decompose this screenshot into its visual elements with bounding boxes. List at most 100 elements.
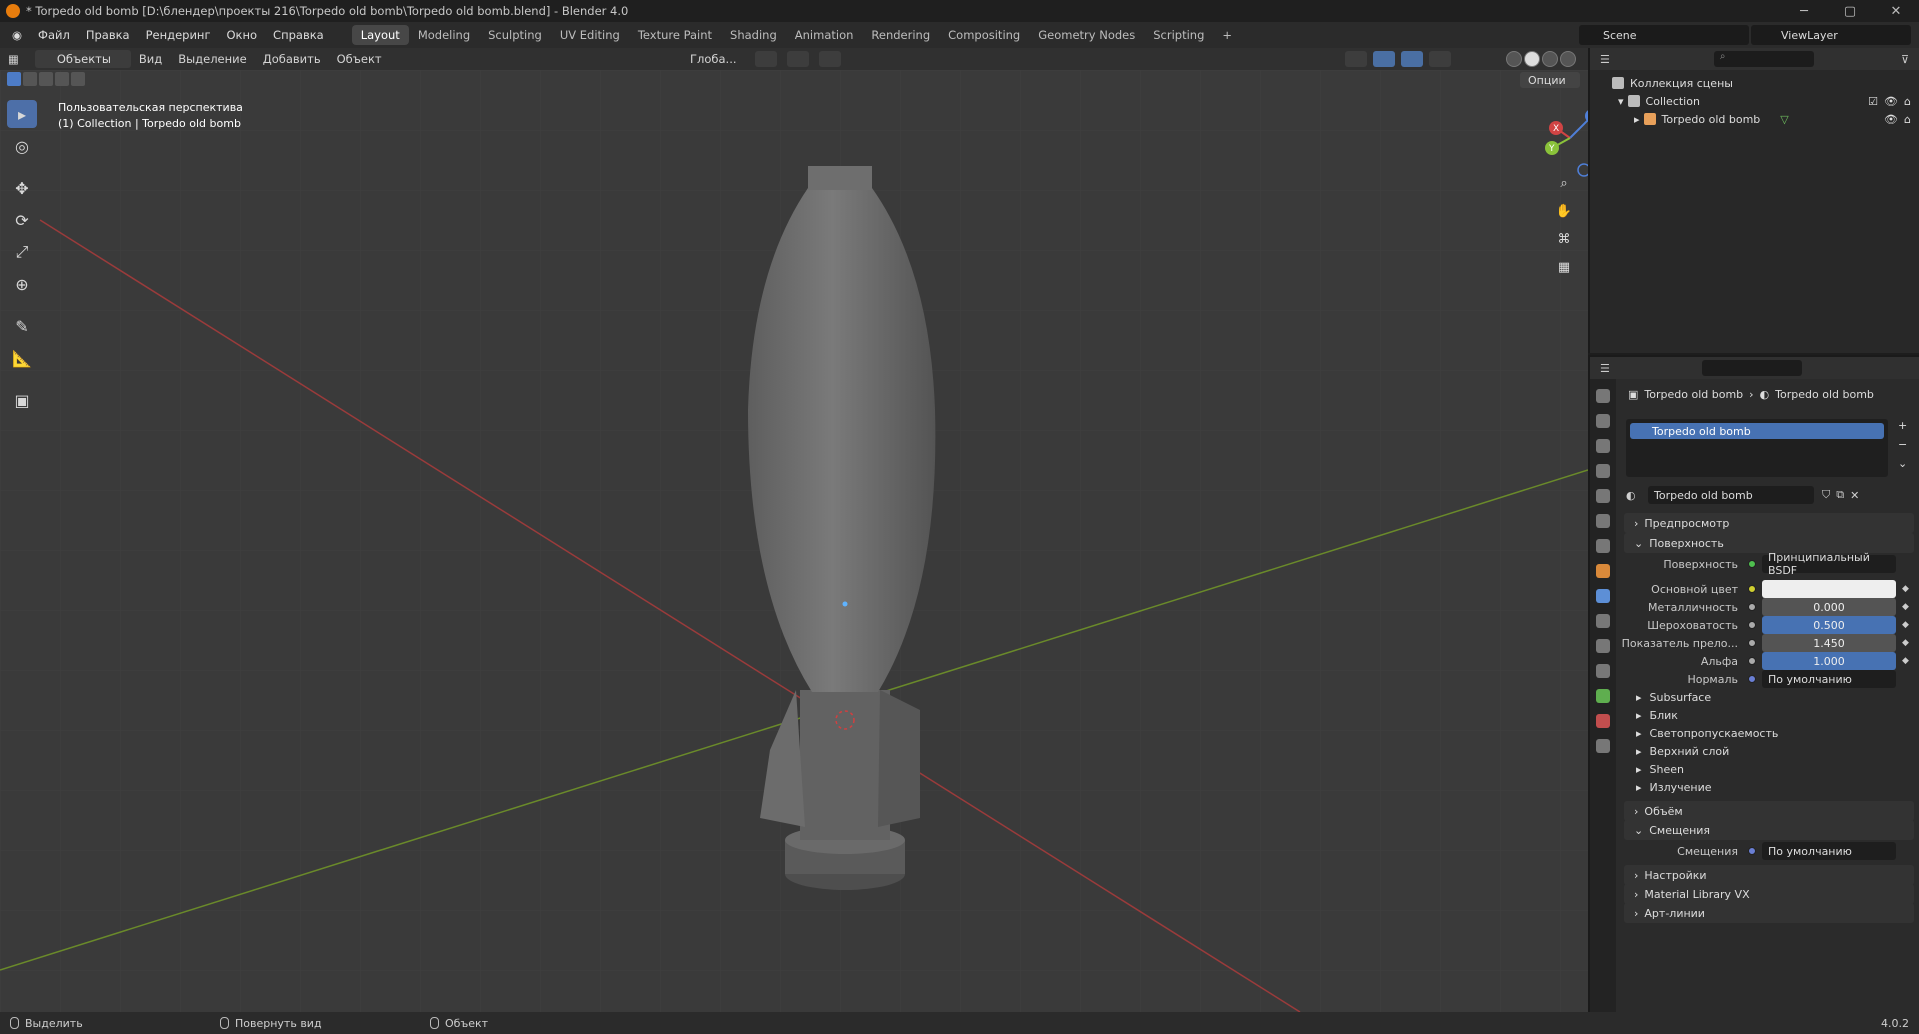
gizmo-toggle-icon[interactable]	[1373, 51, 1395, 67]
transform-tool-icon[interactable]: ⊕	[7, 270, 37, 298]
outliner-search-input[interactable]: ⌕	[1713, 51, 1814, 67]
options-dropdown[interactable]: Опции	[1520, 72, 1580, 88]
add-workspace-button[interactable]: +	[1213, 25, 1241, 45]
add-slot-icon[interactable]: +	[1898, 419, 1907, 432]
view-layer-selector[interactable]: ViewLayer	[1751, 25, 1911, 45]
menu-file[interactable]: Файл	[30, 28, 78, 42]
particles-tab-icon[interactable]	[1596, 614, 1610, 628]
zoom-icon[interactable]: ⌕	[1552, 172, 1576, 194]
subpanel-specular[interactable]: ▸ Блик	[1636, 706, 1678, 724]
tab-sculpting[interactable]: Sculpting	[479, 25, 551, 45]
menu-select[interactable]: Выделение	[170, 52, 255, 66]
add-cube-tool-icon[interactable]: ▣	[7, 386, 37, 414]
scene-tab-icon[interactable]	[1596, 489, 1610, 503]
mode-dropdown[interactable]: Объекты	[34, 50, 131, 68]
panel-displacement[interactable]: ⌄ Смещения	[1624, 820, 1914, 840]
tab-modeling[interactable]: Modeling	[409, 25, 479, 45]
pan-hand-icon[interactable]: ✋	[1552, 200, 1576, 222]
checkbox-icon[interactable]: ☑	[1868, 95, 1878, 108]
pivot-icon[interactable]	[754, 51, 777, 67]
subpanel-subsurface[interactable]: ▸ Subsurface	[1636, 688, 1711, 706]
camera-icon[interactable]: ⌘	[1552, 228, 1576, 250]
move-tool-icon[interactable]: ✥	[7, 174, 37, 202]
tool-tab-icon[interactable]	[1596, 389, 1610, 403]
subpanel-sheen[interactable]: ▸ Sheen	[1636, 760, 1684, 778]
menu-edit[interactable]: Правка	[78, 28, 138, 42]
unlink-material-icon[interactable]: ✕	[1850, 489, 1859, 502]
filter-icon[interactable]: ⊽	[1901, 53, 1919, 66]
subpanel-coat[interactable]: ▸ Верхний слой	[1636, 742, 1729, 760]
snap-icon[interactable]	[786, 51, 809, 67]
transform-orientation[interactable]: Глоба...	[682, 52, 745, 66]
subpanel-emission[interactable]: ▸ Излучение	[1636, 778, 1712, 796]
keyframe-icon[interactable]: ◆	[1902, 656, 1909, 666]
overlay-toggle-icon[interactable]	[1401, 51, 1423, 67]
menu-view[interactable]: Вид	[131, 52, 170, 66]
tab-animation[interactable]: Animation	[786, 25, 863, 45]
base-color-swatch[interactable]	[1762, 580, 1896, 598]
select-invert-icon[interactable]	[55, 72, 69, 86]
xray-icon[interactable]	[1429, 51, 1451, 67]
outliner-collection[interactable]: ▾ Collection ☑ 👁 ⌂	[1590, 92, 1919, 110]
select-box-tool-icon[interactable]: ▸	[7, 100, 37, 128]
collection-tab-icon[interactable]	[1596, 539, 1610, 553]
annotate-tool-icon[interactable]: ✎	[7, 312, 37, 340]
editor-type-icon[interactable]: ▦	[0, 52, 27, 66]
select-new-icon[interactable]	[7, 72, 21, 86]
torpedo-bomb-model[interactable]	[748, 166, 936, 890]
roughness-field[interactable]: 0.500	[1762, 616, 1896, 634]
scale-tool-icon[interactable]: ⤢	[7, 238, 37, 266]
rendered-shading-icon[interactable]	[1560, 51, 1576, 67]
menu-window[interactable]: Окно	[218, 28, 265, 42]
select-extend-icon[interactable]	[23, 72, 37, 86]
panel-preview[interactable]: › Предпросмотр	[1624, 513, 1914, 533]
material-browse-icon[interactable]: ◐	[1626, 489, 1636, 502]
wireframe-shading-icon[interactable]	[1506, 51, 1522, 67]
panel-volume[interactable]: › Объём	[1624, 801, 1914, 821]
displacement-field[interactable]: По умолчанию	[1762, 842, 1896, 860]
select-subtract-icon[interactable]	[39, 72, 53, 86]
properties-search-input[interactable]	[1701, 360, 1802, 376]
tab-geometry-nodes[interactable]: Geometry Nodes	[1029, 25, 1144, 45]
alpha-field[interactable]: 1.000	[1762, 652, 1896, 670]
world-tab-icon[interactable]	[1596, 514, 1610, 528]
output-tab-icon[interactable]	[1596, 439, 1610, 453]
panel-settings[interactable]: › Настройки	[1624, 865, 1914, 885]
camera-render-icon[interactable]: ⌂	[1904, 95, 1911, 108]
panel-material-library[interactable]: › Material Library VX	[1624, 884, 1914, 904]
physics-tab-icon[interactable]	[1596, 639, 1610, 653]
tab-compositing[interactable]: Compositing	[939, 25, 1029, 45]
surface-shader-field[interactable]: Принципиальный BSDF	[1762, 551, 1896, 577]
view-layer-tab-icon[interactable]	[1596, 464, 1610, 478]
tab-texture-paint[interactable]: Texture Paint	[629, 25, 721, 45]
texture-tab-icon[interactable]	[1596, 739, 1610, 753]
camera-render-icon[interactable]: ⌂	[1904, 113, 1911, 126]
select-intersect-icon[interactable]	[71, 72, 85, 86]
visibility-icon[interactable]	[1345, 51, 1367, 67]
rotate-tool-icon[interactable]: ⟳	[7, 206, 37, 234]
tab-scripting[interactable]: Scripting	[1144, 25, 1213, 45]
menu-add[interactable]: Добавить	[255, 52, 329, 66]
eye-icon[interactable]: 👁	[1884, 113, 1898, 126]
remove-slot-icon[interactable]: −	[1898, 438, 1907, 451]
modifier-tab-icon[interactable]	[1596, 589, 1610, 603]
menu-object[interactable]: Объект	[329, 52, 390, 66]
keyframe-icon[interactable]: ◆	[1902, 584, 1909, 594]
data-tab-icon[interactable]	[1596, 689, 1610, 703]
keyframe-icon[interactable]: ◆	[1902, 638, 1909, 648]
outliner-editor-icon[interactable]: ☰	[1590, 53, 1610, 66]
subpanel-transmission[interactable]: ▸ Светопропускаемость	[1636, 724, 1778, 742]
keyframe-icon[interactable]: ◆	[1902, 602, 1909, 612]
outliner-object[interactable]: ▸ Torpedo old bomb ▽ 👁 ⌂	[1590, 110, 1919, 128]
slot-menu-icon[interactable]: ⌄	[1898, 457, 1907, 470]
minimize-button[interactable]: ─	[1781, 0, 1827, 22]
proportional-edit-icon[interactable]	[818, 51, 841, 67]
material-name-field[interactable]: Torpedo old bomb	[1648, 486, 1814, 504]
tab-shading[interactable]: Shading	[721, 25, 786, 45]
scene-selector[interactable]: Scene	[1579, 25, 1749, 45]
render-tab-icon[interactable]	[1596, 414, 1610, 428]
keyframe-icon[interactable]: ◆	[1902, 620, 1909, 630]
tab-uv-editing[interactable]: UV Editing	[551, 25, 629, 45]
panel-surface[interactable]: ⌄ Поверхность	[1624, 533, 1914, 553]
menu-render[interactable]: Рендеринг	[138, 28, 219, 42]
